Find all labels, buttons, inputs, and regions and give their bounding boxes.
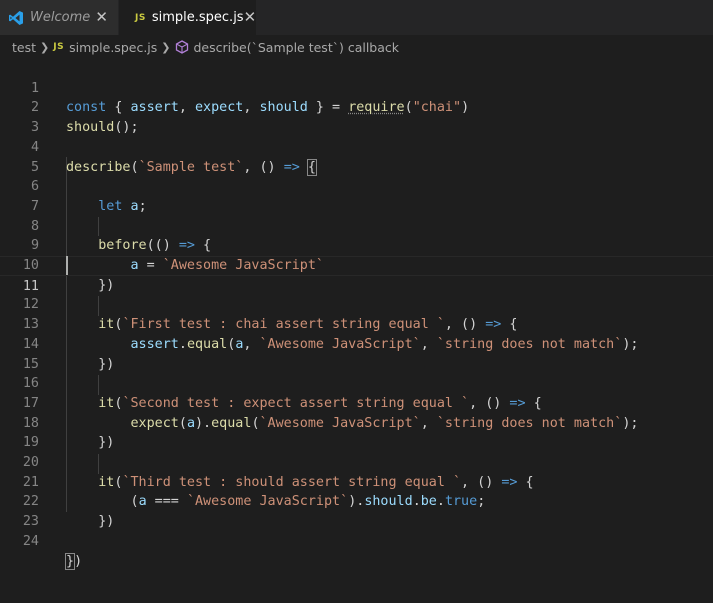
- code-line: 9 a = `Awesome JavaScript`: [0, 217, 713, 273]
- code-line: 16 it(`Second test : expect assert strin…: [0, 355, 713, 411]
- code-line: 18 }): [0, 394, 713, 451]
- tab-label: Welcome: [30, 10, 91, 25]
- tab-simple-spec[interactable]: JS simple.spec.js ✕: [119, 0, 256, 35]
- breadcrumb-item-file[interactable]: simple.spec.js: [69, 40, 157, 55]
- code-line: 7: [0, 177, 713, 214]
- code-line: 2 should();: [0, 79, 713, 135]
- line-number: 24: [22, 533, 39, 549]
- text-cursor: [66, 256, 68, 275]
- code-line: 3: [0, 98, 713, 135]
- code-line: 21 (a === `Awesome JavaScript`).should.b…: [0, 453, 713, 510]
- close-icon[interactable]: ✕: [95, 10, 108, 25]
- code-line: 4 describe(`Sample test`, () => {: [0, 118, 713, 176]
- tab-bar: Welcome ✕ JS simple.spec.js ✕: [0, 0, 713, 35]
- code-line: 12 it(`First test : chai assert string e…: [0, 276, 713, 332]
- code-line: 20 it(`Third test : should assert string…: [0, 433, 713, 490]
- code-token: ): [74, 553, 83, 569]
- javascript-file-icon: JS: [135, 12, 146, 23]
- symbol-method-icon: [175, 40, 189, 54]
- breadcrumb-item-symbol[interactable]: describe(`Sample test`) callback: [194, 40, 400, 55]
- breadcrumb-item-folder[interactable]: test: [12, 40, 36, 55]
- code-line: 6 let a;: [0, 158, 713, 214]
- code-line: 1 const { assert, expect, should } = req…: [0, 59, 713, 116]
- code-line: 5: [0, 138, 713, 175]
- breadcrumb: test ❯ JS simple.spec.js ❯ describe(`Sam…: [0, 35, 713, 59]
- bracket-match: }: [64, 552, 76, 570]
- code-line: 19: [0, 414, 713, 450]
- code-editor[interactable]: 1 const { assert, expect, should } = req…: [0, 59, 713, 603]
- tab-label: simple.spec.js: [151, 10, 244, 25]
- code-line: 24 }): [0, 512, 713, 570]
- tab-welcome[interactable]: Welcome ✕: [0, 0, 119, 35]
- chevron-right-icon: ❯: [40, 40, 50, 54]
- code-line: 15: [0, 335, 713, 372]
- code-line: 22 }): [0, 473, 713, 529]
- code-line: 14 }): [0, 315, 713, 372]
- code-line: 13 assert.equal(a, `Awesome JavaScript`,…: [0, 295, 713, 352]
- code-line: 10 }): [0, 236, 713, 293]
- code-line: 17 expect(a).equal(`Awesome JavaScript`,…: [0, 374, 713, 431]
- code-line-current: 11: [0, 256, 713, 294]
- code-line: 8 before(() => {: [0, 197, 713, 254]
- code-line: 23: [0, 492, 713, 529]
- vscode-icon: [8, 10, 24, 26]
- chevron-right-icon: ❯: [161, 40, 171, 54]
- javascript-file-icon: JS: [53, 42, 65, 52]
- close-icon[interactable]: ✕: [244, 10, 257, 25]
